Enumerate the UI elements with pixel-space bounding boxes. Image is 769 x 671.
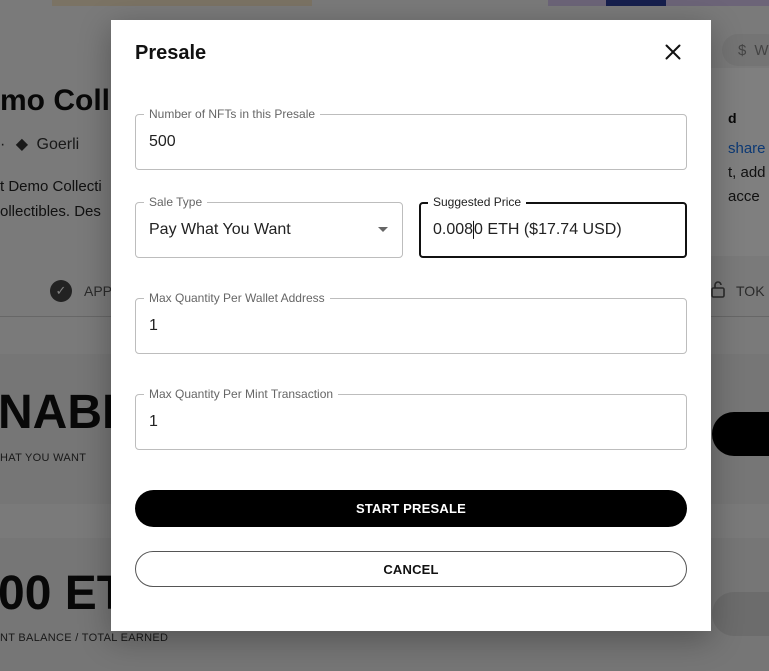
sale-type-value: Pay What You Want xyxy=(149,221,291,238)
max-per-tx-field[interactable]: Max Quantity Per Mint Transaction 1 xyxy=(135,387,687,450)
presale-dialog: Presale Number of NFTs in this Presale 5… xyxy=(111,20,711,631)
start-presale-button[interactable]: START PRESALE xyxy=(135,490,687,527)
close-icon xyxy=(665,44,681,65)
max-per-tx-label: Max Quantity Per Mint Transaction xyxy=(144,387,339,401)
nft-count-label: Number of NFTs in this Presale xyxy=(144,107,321,121)
max-per-wallet-field[interactable]: Max Quantity Per Wallet Address 1 xyxy=(135,291,687,354)
suggested-price-field[interactable]: Suggested Price 0.0080 ETH ($17.74 USD) xyxy=(419,195,687,258)
close-button[interactable] xyxy=(659,40,687,68)
sale-type-label: Sale Type xyxy=(144,195,208,209)
max-per-tx-input[interactable]: 1 xyxy=(149,413,158,431)
max-per-wallet-input[interactable]: 1 xyxy=(149,317,158,335)
nft-count-field[interactable]: Number of NFTs in this Presale 500 xyxy=(135,107,687,170)
chevron-down-icon[interactable] xyxy=(378,227,388,232)
nft-count-input[interactable]: 500 xyxy=(149,133,176,151)
suggested-price-value-after-caret: 0 ETH ($17.74 USD) xyxy=(474,221,622,239)
dialog-title: Presale xyxy=(135,42,207,64)
suggested-price-value-before-caret: 0.008 xyxy=(433,221,474,239)
suggested-price-input[interactable]: 0.0080 ETH ($17.74 USD) xyxy=(433,220,622,239)
cancel-button[interactable]: CANCEL xyxy=(135,551,687,587)
max-per-wallet-label: Max Quantity Per Wallet Address xyxy=(144,291,330,305)
suggested-price-label: Suggested Price xyxy=(428,195,527,209)
sale-type-select[interactable]: Sale Type Pay What You Want xyxy=(135,195,403,258)
